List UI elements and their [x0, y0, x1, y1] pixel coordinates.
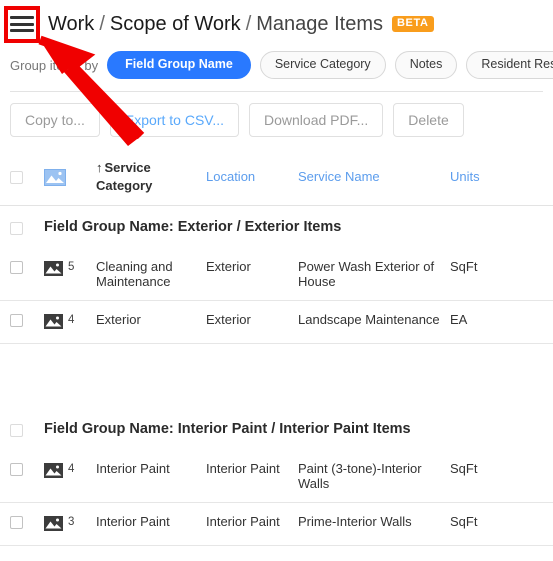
select-all-cell: [10, 170, 44, 184]
cell-service-category: Cleaning and Maintenance: [96, 259, 173, 289]
group-by-label: Group items by: [10, 57, 99, 73]
cell-service-name: Power Wash Exterior of House: [298, 259, 435, 289]
breadcrumb-separator-1: /: [99, 13, 105, 35]
table-row[interactable]: 4 Interior Paint Interior Paint Paint (3…: [0, 450, 553, 503]
row-image-count: 5: [68, 261, 75, 273]
items-table: ↑ Service Category Location Service Name …: [0, 159, 553, 546]
cell-units: EA: [450, 312, 468, 327]
group-by-option-notes[interactable]: Notes: [394, 51, 458, 79]
hamburger-bar-1: [10, 16, 34, 19]
column-header-service-name-label: Service Name: [298, 169, 380, 184]
column-header-service-name[interactable]: Service Name: [298, 168, 450, 186]
row-select-cell: [10, 461, 44, 476]
row-select-checkbox[interactable]: [10, 314, 23, 327]
table-row[interactable]: 3 Interior Paint Interior Paint Prime-In…: [0, 503, 553, 546]
image-icon: [44, 463, 63, 478]
row-select-checkbox[interactable]: [10, 261, 23, 274]
group-select-cell: [10, 220, 44, 235]
cell-location: Exterior: [206, 312, 251, 327]
group-by-option-field-group-name[interactable]: Field Group Name: [107, 51, 251, 79]
delete-button[interactable]: Delete: [393, 103, 464, 137]
download-pdf-button[interactable]: Download PDF...: [249, 103, 384, 137]
export-to-csv-button[interactable]: Export to CSV...: [109, 103, 240, 137]
row-select-checkbox[interactable]: [10, 516, 23, 529]
group-select-checkbox[interactable]: [10, 424, 23, 437]
image-icon: [44, 314, 63, 329]
group-by-option-resident-responsible[interactable]: Resident Responsible: [466, 51, 553, 79]
column-header-location-label: Location: [206, 169, 256, 184]
breadcrumb-item-scope-of-work[interactable]: Scope of Work: [110, 12, 241, 36]
cell-service-name: Prime-Interior Walls: [298, 514, 412, 529]
page-title: Manage Items: [256, 13, 383, 35]
column-header-service-category[interactable]: ↑ Service Category: [96, 159, 206, 195]
action-toolbar: Copy to... Export to CSV... Download PDF…: [0, 92, 553, 137]
cell-service-category: Interior Paint: [96, 461, 170, 476]
copy-to-button[interactable]: Copy to...: [10, 103, 100, 137]
select-all-checkbox[interactable]: [10, 170, 23, 184]
row-select-cell: [10, 259, 44, 274]
image-icon: [44, 261, 63, 276]
group-header-title: Field Group Name: Exterior / Exterior It…: [44, 219, 342, 235]
column-header-units-label: Units: [450, 169, 480, 184]
table-row[interactable]: 5 Cleaning and Maintenance Exterior Powe…: [0, 248, 553, 301]
group-select-checkbox[interactable]: [10, 222, 23, 235]
image-icon: [44, 516, 63, 531]
group-header-row: Field Group Name: Interior Paint / Inter…: [0, 408, 553, 450]
hamburger-bar-2: [10, 22, 34, 26]
group-header-title: Field Group Name: Interior Paint / Inter…: [44, 421, 411, 437]
row-select-checkbox[interactable]: [10, 463, 23, 476]
group-select-cell: [10, 422, 44, 437]
row-image-cell[interactable]: 3: [44, 514, 96, 531]
column-header-service-category-label: Service Category: [96, 160, 153, 193]
row-image-cell[interactable]: 5: [44, 259, 96, 276]
row-image-count: 4: [68, 314, 75, 326]
cell-units: SqFt: [450, 461, 478, 476]
cell-service-name: Paint (3-tone)-Interior Walls: [298, 461, 422, 491]
cell-service-category: Exterior: [96, 312, 141, 327]
cell-location: Exterior: [206, 259, 251, 274]
page-header: Work / Scope of Work / Manage Items BETA: [0, 0, 553, 48]
beta-badge: BETA: [391, 16, 434, 32]
hamburger-bar-3: [10, 29, 34, 32]
group-by-bar: Group items by Field Group Name Service …: [0, 48, 553, 82]
row-image-count: 3: [68, 516, 75, 528]
group-by-option-service-category[interactable]: Service Category: [259, 51, 386, 79]
cell-service-name: Landscape Maintenance: [298, 312, 440, 327]
row-select-cell: [10, 514, 44, 529]
row-image-cell[interactable]: 4: [44, 461, 96, 478]
row-image-cell[interactable]: 4: [44, 312, 96, 329]
cell-service-category: Interior Paint: [96, 514, 170, 529]
table-header-row: ↑ Service Category Location Service Name …: [0, 159, 553, 206]
cell-units: SqFt: [450, 514, 478, 529]
image-icon: [44, 168, 66, 186]
table-row[interactable]: 4 Exterior Exterior Landscape Maintenanc…: [0, 301, 553, 344]
cell-location: Interior Paint: [206, 514, 280, 529]
breadcrumb-separator-2: /: [245, 13, 252, 35]
row-select-cell: [10, 312, 44, 327]
cell-location: Interior Paint: [206, 461, 280, 476]
column-header-units[interactable]: Units: [450, 168, 510, 186]
hamburger-icon[interactable]: [10, 14, 34, 34]
sort-ascending-icon: ↑: [96, 160, 103, 175]
image-column-header: [44, 168, 96, 186]
breadcrumb: Work / Scope of Work / Manage Items BETA: [48, 12, 434, 36]
group-header-row: Field Group Name: Exterior / Exterior It…: [0, 206, 553, 248]
cell-units: SqFt: [450, 259, 478, 274]
breadcrumb-item-work[interactable]: Work: [48, 12, 94, 36]
row-image-count: 4: [68, 463, 75, 475]
column-header-location[interactable]: Location: [206, 168, 298, 186]
